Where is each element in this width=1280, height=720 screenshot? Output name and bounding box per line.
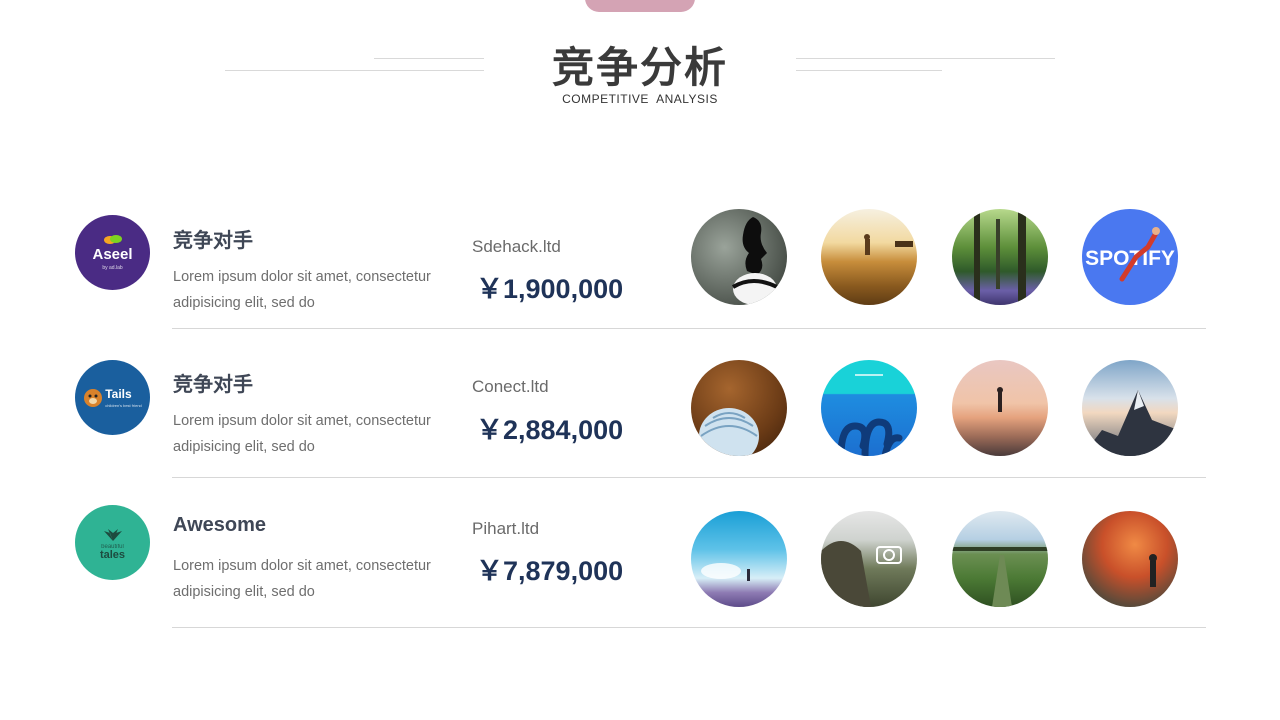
hot-air-balloon-photo xyxy=(691,360,787,456)
spotify-athlete-photo: SPOTIFY xyxy=(1082,209,1178,305)
amount-value: ￥2,884,000 xyxy=(476,415,624,445)
logo-subtext: beautiful xyxy=(101,543,124,550)
row-description: Lorem ipsum dolor sit amet, consectetur … xyxy=(173,558,431,600)
dog-icon xyxy=(84,388,103,407)
competitor-logo: Tails children's best friend xyxy=(75,360,150,435)
row-separator xyxy=(172,328,1206,329)
company-name: Sdehack.ltd xyxy=(472,237,561,256)
green-field-photo xyxy=(952,511,1048,607)
row-separator xyxy=(172,627,1206,628)
page-subtitle: COMPETITIVE ANALYSIS xyxy=(562,92,718,106)
logo-text: Tails xyxy=(105,386,132,401)
beach-sunset-photo xyxy=(952,360,1048,456)
logo-subtext: children's best friend xyxy=(105,402,142,408)
page-title: 竞争分析 xyxy=(551,43,728,92)
logo-text: Aseel xyxy=(92,246,133,263)
photographer-portfolio-photo xyxy=(821,511,917,607)
lavender-sky-photo xyxy=(691,511,787,607)
row-separator xyxy=(172,477,1206,478)
row-title: 竞争对手 xyxy=(173,374,253,396)
logo-text: tales xyxy=(99,548,126,561)
silhouette-photo xyxy=(691,209,787,305)
octopus-illustration xyxy=(821,360,917,456)
leaf-icon xyxy=(103,235,122,244)
amount-value: ￥1,900,000 xyxy=(476,274,624,304)
competitor-logo: beautiful tales xyxy=(75,505,150,580)
logo-subtext: by ad.lab xyxy=(102,265,123,271)
orange-smoke-photo xyxy=(1082,511,1178,607)
row-description: Lorem ipsum dolor sit amet, consectetur … xyxy=(173,413,431,455)
top-accent-tab xyxy=(585,0,695,12)
row-description: Lorem ipsum dolor sit amet, consectetur … xyxy=(173,269,431,311)
company-name: Pihart.ltd xyxy=(472,519,540,538)
wheat-field-photo xyxy=(821,209,917,305)
row-title: Awesome xyxy=(173,514,267,536)
forest-photo xyxy=(952,209,1048,305)
competitor-logo: Aseel by ad.lab xyxy=(75,215,150,290)
row-title: 竞争对手 xyxy=(173,230,253,252)
mountain-peak-photo xyxy=(1082,360,1178,456)
company-name: Conect.ltd xyxy=(472,377,549,396)
amount-value: ￥7,879,000 xyxy=(476,556,624,586)
lotus-icon xyxy=(103,528,122,541)
